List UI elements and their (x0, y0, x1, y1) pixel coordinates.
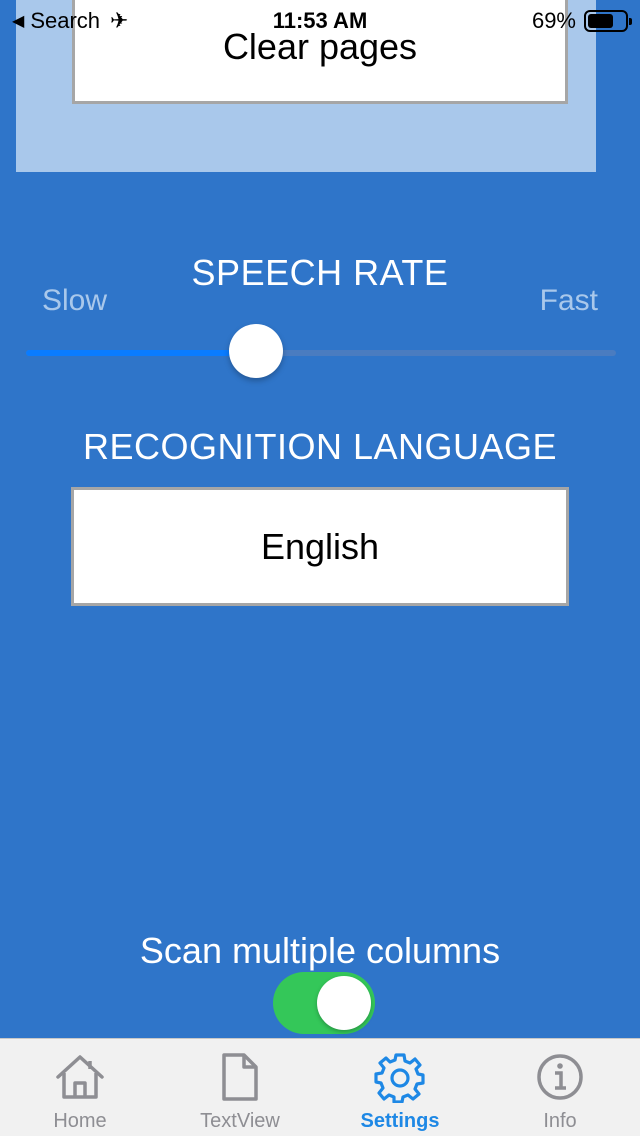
tab-label: Home (53, 1110, 107, 1132)
tab-label: Info (543, 1110, 577, 1132)
tab-label: Settings (360, 1110, 440, 1132)
battery-icon (584, 10, 632, 32)
slider-thumb[interactable] (229, 324, 284, 378)
tab-home[interactable]: Home (0, 1039, 160, 1136)
slow-label: Slow (42, 284, 108, 317)
tab-label: TextView (200, 1110, 280, 1132)
status-bar: ◀ Search ✈ 11:53 AM 69% (0, 0, 640, 40)
status-battery: 69% (531, 8, 632, 34)
battery-fill (588, 14, 613, 28)
language-select-button[interactable]: English (71, 487, 569, 606)
tab-info[interactable]: Info (480, 1039, 640, 1136)
tab-bar: Home TextView Settings Info (0, 1038, 640, 1136)
document-icon (222, 1053, 258, 1101)
scan-columns-toggle[interactable] (273, 972, 375, 1034)
tab-textview[interactable]: TextView (160, 1039, 320, 1136)
speech-rate-slider[interactable] (26, 322, 616, 382)
scan-columns-label: Scan multiple columns (139, 930, 501, 971)
gear-icon (374, 1053, 425, 1103)
tab-settings[interactable]: Settings (320, 1039, 480, 1136)
battery-percent: 69% (531, 8, 576, 33)
info-icon (537, 1054, 583, 1100)
home-icon (56, 1055, 104, 1099)
fast-label: Fast (539, 284, 598, 317)
slider-fill (26, 350, 257, 356)
battery-tip (629, 18, 632, 25)
toggle-knob (317, 976, 371, 1030)
slider-track[interactable] (26, 350, 616, 356)
recognition-language-title: RECOGNITION LANGUAGE (82, 426, 558, 467)
